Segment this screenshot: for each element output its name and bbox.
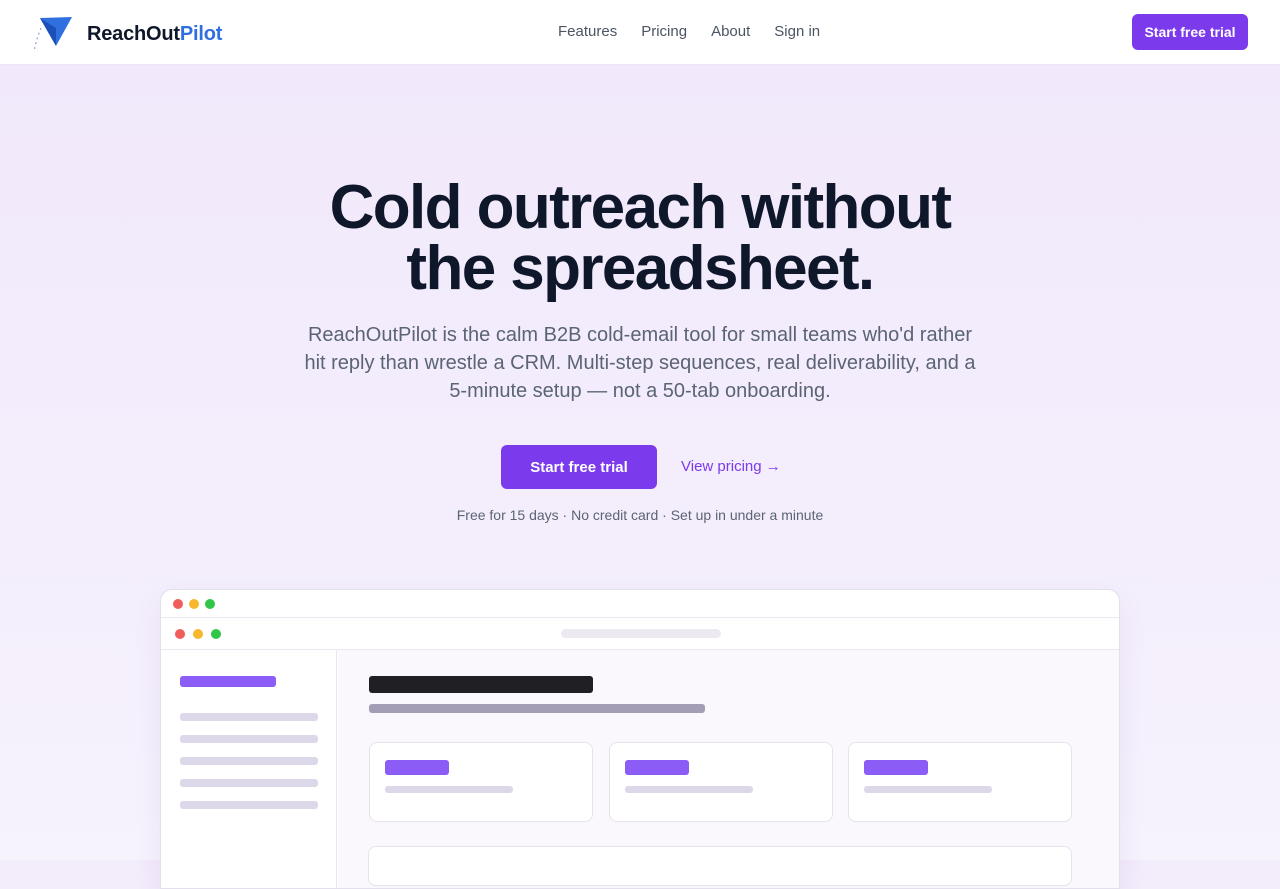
preview-sidebar-title-placeholder xyxy=(180,676,276,687)
preview-card-label-placeholder xyxy=(385,786,513,793)
hero-headline-line1: Cold outreach without xyxy=(329,173,952,242)
header-start-trial-button[interactable]: Start free trial xyxy=(1132,14,1248,50)
brand-name-part2: Pilot xyxy=(179,23,223,45)
nav-link-sign-in[interactable]: Sign in xyxy=(774,22,820,42)
preview-card-label-placeholder xyxy=(625,786,753,793)
preview-browser-bar xyxy=(161,618,1119,650)
preview-sidebar-item-placeholder xyxy=(180,801,318,809)
preview-sidebar-item-placeholder xyxy=(180,713,318,721)
nav-link-features[interactable]: Features xyxy=(558,22,617,42)
preview-main-panel xyxy=(338,650,1119,888)
preview-stat-card xyxy=(369,742,593,822)
app-preview-window xyxy=(160,589,1120,889)
hero-start-trial-button[interactable]: Start free trial xyxy=(501,445,657,489)
main-nav: Features Pricing About Sign in xyxy=(558,22,844,42)
paper-plane-icon xyxy=(33,17,72,53)
preview-card-label-placeholder xyxy=(864,786,992,793)
nav-link-pricing[interactable]: Pricing xyxy=(641,22,687,42)
preview-sidebar-item-placeholder xyxy=(180,779,318,787)
window-titlebar xyxy=(161,590,1119,618)
view-pricing-link[interactable]: View pricing → xyxy=(681,457,781,477)
preview-heading-placeholder xyxy=(369,676,593,693)
preview-sidebar xyxy=(161,650,337,888)
close-dot-icon xyxy=(173,599,183,609)
preview-stat-card xyxy=(848,742,1072,822)
preview-sidebar-item-placeholder xyxy=(180,757,318,765)
hero-headline: Cold outreach without the spreadsheet. xyxy=(240,177,1040,300)
preview-url-bar xyxy=(561,629,721,638)
brand-logo[interactable]: ReachOutPilot xyxy=(32,14,222,54)
close-dot-icon xyxy=(175,629,185,639)
maximize-dot-icon xyxy=(211,629,221,639)
preview-card-value-placeholder xyxy=(625,760,689,775)
preview-subheading-placeholder xyxy=(369,704,705,713)
hero-fineprint: Free for 15 days · No credit card · Set … xyxy=(456,507,824,523)
preview-card-value-placeholder xyxy=(385,760,449,775)
minimize-dot-icon xyxy=(193,629,203,639)
preview-card-value-placeholder xyxy=(864,760,928,775)
minimize-dot-icon xyxy=(189,599,199,609)
preview-table-card xyxy=(368,846,1072,886)
hero-headline-line2: the spreadsheet. xyxy=(406,234,875,303)
nav-link-about[interactable]: About xyxy=(711,22,750,42)
preview-stat-card xyxy=(609,742,833,822)
hero-section: Cold outreach without the spreadsheet. R… xyxy=(0,65,1280,889)
brand-name: ReachOutPilot xyxy=(87,22,222,46)
brand-name-part1: ReachOut xyxy=(87,23,180,45)
site-header: ReachOutPilot Features Pricing About Sig… xyxy=(0,0,1280,65)
hero-subheadline: ReachOutPilot is the calm B2B cold-email… xyxy=(304,324,976,402)
maximize-dot-icon xyxy=(205,599,215,609)
preview-sidebar-item-placeholder xyxy=(180,735,318,743)
